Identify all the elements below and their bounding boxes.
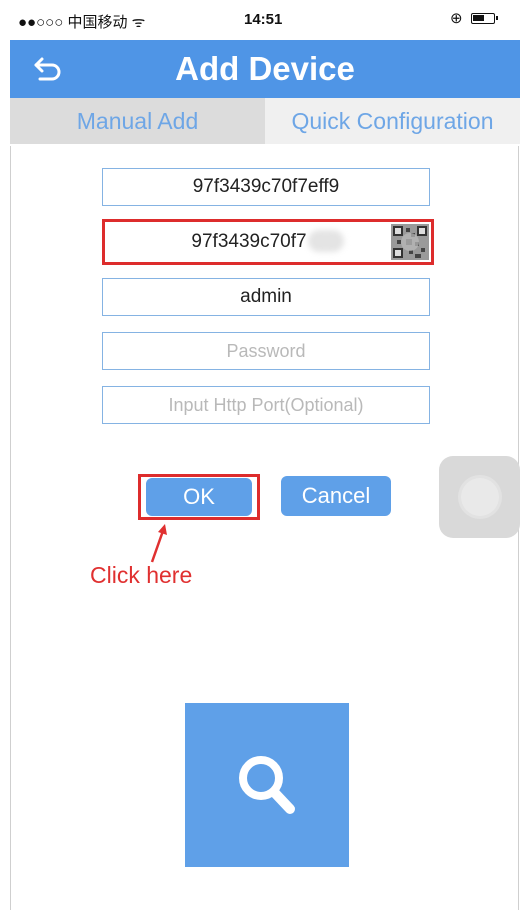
- rotation-lock-icon: ⊕: [450, 10, 463, 27]
- search-devices-button[interactable]: [185, 703, 349, 867]
- frame-left-border: [10, 146, 11, 910]
- device-id-confirm-highlight: 97f3439c70f7: [102, 219, 434, 265]
- tab-manual-add[interactable]: Manual Add: [10, 98, 265, 144]
- clock: 14:51: [244, 11, 283, 28]
- cancel-button[interactable]: Cancel: [281, 476, 391, 516]
- qr-code-icon[interactable]: [391, 224, 429, 260]
- blurred-text: [308, 230, 344, 252]
- password-field[interactable]: Password: [102, 332, 430, 370]
- battery-icon: [470, 12, 498, 24]
- tab-quick-configuration[interactable]: Quick Configuration: [265, 98, 520, 144]
- username-field[interactable]: admin: [102, 278, 430, 316]
- status-bar: ●●○○○ 中国移动 ᯤ 14:51 ⊕: [10, 0, 520, 40]
- status-icons: ⊕: [450, 9, 498, 27]
- nav-bar: Add Device: [10, 40, 520, 98]
- tab-bar: Manual Add Quick Configuration: [10, 98, 520, 144]
- search-icon: [239, 756, 295, 814]
- page-title: Add Device: [175, 50, 355, 87]
- ok-button[interactable]: OK: [146, 478, 252, 516]
- device-id-confirm-field[interactable]: 97f3439c70f7: [109, 225, 389, 259]
- annotation-label: Click here: [90, 562, 193, 588]
- annotation-arrow-icon: [150, 524, 167, 563]
- http-port-field[interactable]: Input Http Port(Optional): [102, 386, 430, 424]
- device-id-field[interactable]: 97f3439c70f7eff9: [102, 168, 430, 206]
- carrier-label: ●●○○○ 中国移动 ᯤ: [18, 14, 146, 31]
- assistive-touch-button[interactable]: [439, 456, 520, 538]
- assistive-touch-icon: [461, 478, 499, 516]
